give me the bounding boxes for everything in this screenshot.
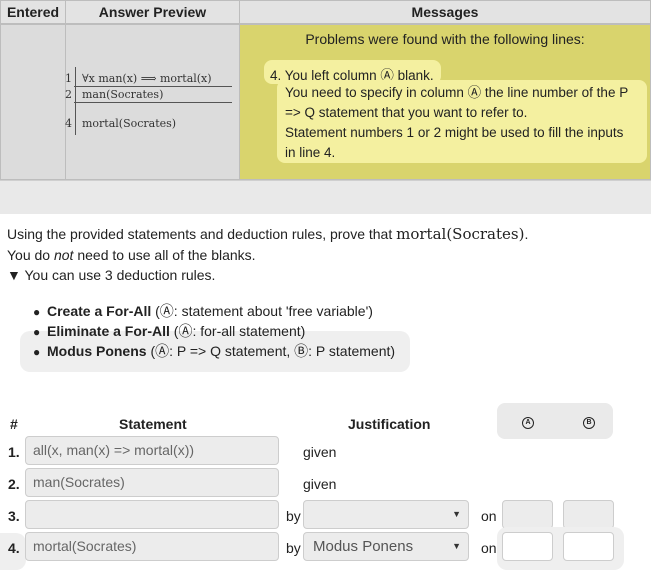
row-number: 2. (8, 476, 20, 492)
problem-note-emphasis: not (53, 247, 74, 263)
col-ab-header-box (497, 403, 613, 439)
by-label: by (286, 508, 301, 524)
preview-line-num: 2 (65, 88, 72, 101)
statement-input[interactable] (25, 500, 279, 529)
justification-given: given (303, 476, 337, 492)
arg-b-input[interactable] (563, 500, 614, 529)
col-header-num: # (10, 416, 18, 432)
col-header-statement: Statement (119, 416, 187, 432)
arg-b-input[interactable] (563, 532, 614, 561)
rule-select[interactable]: ▼ (303, 500, 469, 529)
preview-line-text: man(Socrates) (82, 88, 164, 101)
problem-intro-text: Using the provided statements and deduct… (7, 226, 397, 242)
entered-cell (0, 24, 66, 180)
preview-divider-1 (74, 86, 232, 87)
rule-desc: (Ⓐ: statement about 'free variable') (151, 303, 373, 319)
preview-line-text: mortal(Socrates) (82, 117, 177, 130)
message-detail-line: => Q statement that you want to refer to… (285, 105, 528, 120)
chevron-down-icon: ▼ (452, 509, 461, 519)
message-detail-line: in line 4. (285, 145, 336, 160)
rule-select-value: Modus Ponens (313, 538, 414, 555)
rule-item-create-for-all: ● Create a For-All (Ⓐ: statement about 'f… (33, 301, 373, 321)
preview-divider-2 (74, 102, 232, 103)
rule-name: Create a For-All (47, 303, 152, 319)
row-number: 4. (8, 540, 20, 556)
on-label: on (481, 540, 497, 556)
problem-note: You do not need to use all of the blanks… (7, 247, 256, 263)
circled-b-icon: B (583, 417, 595, 429)
statement-field: all(x, man(x) => mortal(x)) (25, 436, 279, 465)
rule-name: Eliminate a For-All (47, 323, 170, 339)
message-detail: You need to specify in column Ⓐ the line… (277, 80, 647, 163)
message-detail-line: You need to specify in column Ⓐ the line… (285, 85, 629, 100)
rule-select[interactable]: Modus Ponens ▼ (303, 532, 469, 561)
entered-header: Entered (0, 0, 66, 24)
by-label: by (286, 540, 301, 556)
preview-line-num: 4 (65, 117, 72, 130)
bullet-icon: ● (33, 325, 41, 339)
preview-divider-vertical (75, 67, 76, 135)
arg-a-input[interactable] (502, 532, 553, 561)
message-title: Problems were found with the following l… (305, 31, 585, 47)
preview-line-num: 1 (65, 72, 72, 85)
problem-note-prefix: You do (7, 247, 54, 263)
arg-a-input[interactable] (502, 500, 553, 529)
rule-item-modus-ponens: ● Modus Ponens (Ⓐ: P => Q statement, Ⓑ: P… (33, 341, 395, 361)
preview-line-text: ∀x man(x) ⟹ mortal(x) (82, 72, 212, 85)
message-detail-line: Statement numbers 1 or 2 might be used t… (285, 125, 624, 140)
circled-a-icon: A (522, 417, 534, 429)
chevron-down-icon: ▼ (452, 541, 461, 551)
rule-name: Modus Ponens (47, 343, 147, 359)
messages-header: Messages (239, 0, 651, 24)
rules-toggle[interactable]: ▼ You can use 3 deduction rules. (7, 267, 215, 283)
button-band (0, 180, 651, 214)
row-number: 1. (8, 444, 20, 460)
rule-item-eliminate-for-all: ● Eliminate a For-All (Ⓐ: for-all stateme… (33, 321, 305, 341)
problem-intro: Using the provided statements and deduct… (7, 225, 528, 243)
answer-preview-header: Answer Preview (65, 0, 240, 24)
statement-field: man(Socrates) (25, 468, 279, 497)
justification-given: given (303, 444, 337, 460)
bullet-icon: ● (33, 305, 41, 319)
problem-goal-math: mortal(Socrates) (396, 225, 525, 243)
row-number: 3. (8, 508, 20, 524)
rule-desc: (Ⓐ: P => Q statement, Ⓑ: P statement) (146, 343, 396, 359)
problem-note-suffix: need to use all of the blanks. (73, 247, 256, 263)
on-label: on (481, 508, 497, 524)
bullet-icon: ● (33, 345, 41, 359)
rule-desc: (Ⓐ: for-all statement) (169, 323, 306, 339)
statement-field[interactable]: mortal(Socrates) (25, 532, 279, 561)
problem-intro-suffix: . (524, 226, 529, 242)
col-header-justification: Justification (348, 416, 431, 432)
